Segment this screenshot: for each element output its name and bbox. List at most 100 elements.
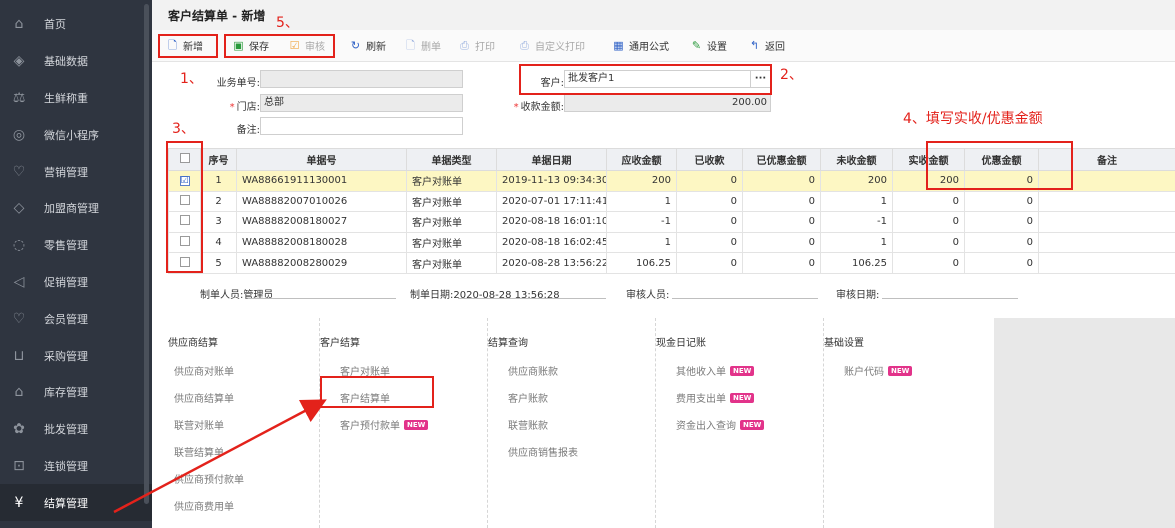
cell-note[interactable]: [1038, 211, 1175, 233]
edit-icon: ✎: [691, 39, 702, 52]
sidebar-item-12[interactable]: ⊡ 连锁管理: [0, 448, 152, 485]
submenu-column-2: 结算查询 供应商账款 客户账款 联营账款 供应商销售报表: [488, 318, 656, 528]
doc-no-field[interactable]: [260, 70, 463, 88]
new-badge: NEW: [730, 365, 755, 376]
cell-actual[interactable]: 0: [892, 190, 965, 213]
cell-doc: WA88661911130001: [236, 170, 407, 192]
delete-button[interactable]: 🗋 删单: [404, 38, 441, 53]
amount-field[interactable]: 200.00: [564, 94, 771, 112]
sidebar-item-8[interactable]: ♡ 会员管理: [0, 300, 152, 337]
sidebar-item-6[interactable]: ◌ 零售管理: [0, 227, 152, 264]
custom-printer-icon: ⎙: [520, 39, 529, 52]
printer-icon: ⎙: [460, 39, 469, 52]
cell-seq: 5: [200, 252, 237, 274]
submenu-column-title: 客户结算: [320, 338, 360, 349]
cell-note[interactable]: [1038, 190, 1175, 213]
submenu-item[interactable]: 供应商结算单: [174, 390, 234, 405]
submenu-item[interactable]: 客户账款: [508, 390, 548, 405]
cell-discount[interactable]: 0: [964, 231, 1039, 254]
sidebar-item-2[interactable]: ⚖ 生鲜称重: [0, 80, 152, 117]
submenu-item[interactable]: 账户代码 NEW: [844, 363, 913, 378]
submenu-item[interactable]: 客户预付款单 NEW: [340, 417, 429, 432]
cell-doc: WA88882008280029: [236, 252, 407, 274]
promotion-icon: ◁: [13, 273, 25, 290]
sidebar-item-7[interactable]: ◁ 促销管理: [0, 264, 152, 301]
cell-actual[interactable]: 0: [892, 252, 965, 274]
cell-actual[interactable]: 0: [892, 231, 965, 254]
cell-unpaid: 1: [820, 231, 893, 254]
submenu-item-label: 客户预付款单: [340, 421, 400, 432]
sidebar-item-11[interactable]: ✿ 批发管理: [0, 411, 152, 448]
audit-date-label: 审核日期:: [836, 290, 880, 301]
table-row[interactable]: 2 WA88882007010026 客户对账单 2020-07-01 17:11:4…: [168, 190, 1175, 213]
submenu-item[interactable]: 资金出入查询 NEW: [676, 417, 765, 432]
annotation-box-save-audit: [224, 34, 335, 58]
cell-received: 0: [676, 170, 743, 192]
sidebar-item-label: 首页: [44, 18, 66, 32]
submenu-column-4: 基础设置 账户代码 NEW: [824, 318, 994, 528]
delete-doc-icon: 🗋: [406, 39, 415, 52]
cell-actual[interactable]: 0: [892, 211, 965, 233]
back-button[interactable]: ↰ 返回: [748, 38, 785, 53]
home-icon: ⌂: [14, 16, 24, 33]
sidebar-item-9[interactable]: ⊔ 采购管理: [0, 337, 152, 374]
cell-date: 2020-07-01 17:11:41: [496, 190, 607, 213]
sidebar-scrollbar[interactable]: [144, 4, 149, 504]
cell-discount[interactable]: 0: [964, 190, 1039, 213]
cell-received: 0: [676, 231, 743, 254]
submenu-item-label: 供应商预付款单: [174, 475, 244, 486]
col-discounted: 已优惠金额: [742, 148, 821, 171]
note-field[interactable]: [260, 117, 463, 135]
sidebar-item-4[interactable]: ♡ 营销管理: [0, 153, 152, 190]
submenu-item[interactable]: 供应商销售报表: [508, 444, 578, 459]
submenu-item[interactable]: 供应商费用单: [174, 498, 234, 513]
cell-type: 客户对账单: [406, 231, 497, 254]
sidebar-item-13[interactable]: ¥ 结算管理: [0, 484, 152, 522]
submenu-item[interactable]: 供应商账款: [508, 363, 558, 378]
new-badge: NEW: [404, 419, 429, 430]
settlement-submenu: 供应商结算供应商对账单 供应商结算单 联营对账单联营结算单供应商预付款单供应商费用单…: [152, 318, 994, 528]
submenu-item[interactable]: 联营结算单: [174, 444, 224, 459]
submenu-column-title: 供应商结算: [168, 338, 218, 349]
sidebar-item-1[interactable]: ◈ 基础数据: [0, 43, 152, 80]
formula-button[interactable]: ▦ 通用公式: [612, 38, 669, 53]
cell-due: -1: [606, 211, 677, 233]
sidebar-item-10[interactable]: ⌂ 库存管理: [0, 374, 152, 411]
submenu-item[interactable]: 联营对账单: [174, 417, 224, 432]
print-button[interactable]: ⎙ 打印: [458, 38, 495, 53]
warehouse-icon: ⌂: [14, 384, 24, 401]
cell-unpaid: 200: [820, 170, 893, 192]
cell-note[interactable]: [1038, 252, 1175, 274]
cell-doc: WA88882008180027: [236, 211, 407, 233]
submenu-item-label: 联营账款: [508, 421, 548, 432]
table-row[interactable]: 3 WA88882008180027 客户对账单 2020-08-18 16:01:1…: [168, 211, 1175, 233]
submenu-item[interactable]: 供应商预付款单: [174, 471, 244, 486]
annotation-box-customer: [519, 64, 772, 95]
sidebar-item-0[interactable]: ⌂ 首页: [0, 6, 152, 43]
submenu-item[interactable]: 联营账款: [508, 417, 548, 432]
annotation-2: 2、: [780, 67, 803, 83]
table-row[interactable]: 5 WA88882008280029 客户对账单 2020-08-28 13:56:2…: [168, 252, 1175, 274]
store-field[interactable]: 总部: [260, 94, 463, 112]
cell-discounted: 0: [742, 190, 821, 213]
sidebar-item-label: 加盟商管理: [44, 202, 99, 216]
cell-unpaid: 1: [820, 190, 893, 213]
table-row[interactable]: 4 WA88882008180028 客户对账单 2020-08-18 16:02:4…: [168, 231, 1175, 254]
cell-discount[interactable]: 0: [964, 211, 1039, 233]
settlement-icon: ¥: [14, 494, 24, 511]
col-doc-no: 单据号: [236, 148, 407, 171]
custom-print-button[interactable]: ⎙ 自定义打印: [518, 38, 585, 53]
cell-discount[interactable]: 0: [964, 252, 1039, 274]
submenu-item[interactable]: 其他收入单 NEW: [676, 363, 755, 378]
store-label: * 门店:: [229, 102, 260, 113]
submenu-item[interactable]: 费用支出单 NEW: [676, 390, 755, 405]
cell-note[interactable]: [1038, 231, 1175, 254]
submenu-item[interactable]: 供应商对账单: [174, 363, 234, 378]
cell-date: 2020-08-18 16:02:45: [496, 231, 607, 254]
settings-button[interactable]: ✎ 设置: [690, 38, 727, 53]
sidebar-item-3[interactable]: ◎ 微信小程序: [0, 116, 152, 153]
sidebar-item-5[interactable]: ◇ 加盟商管理: [0, 190, 152, 227]
refresh-button[interactable]: ↻ 刷新: [349, 38, 386, 53]
note-label: 备注:: [236, 125, 260, 136]
submenu-column-0: 供应商结算供应商对账单 供应商结算单 联营对账单联营结算单供应商预付款单供应商费用单: [168, 318, 320, 528]
